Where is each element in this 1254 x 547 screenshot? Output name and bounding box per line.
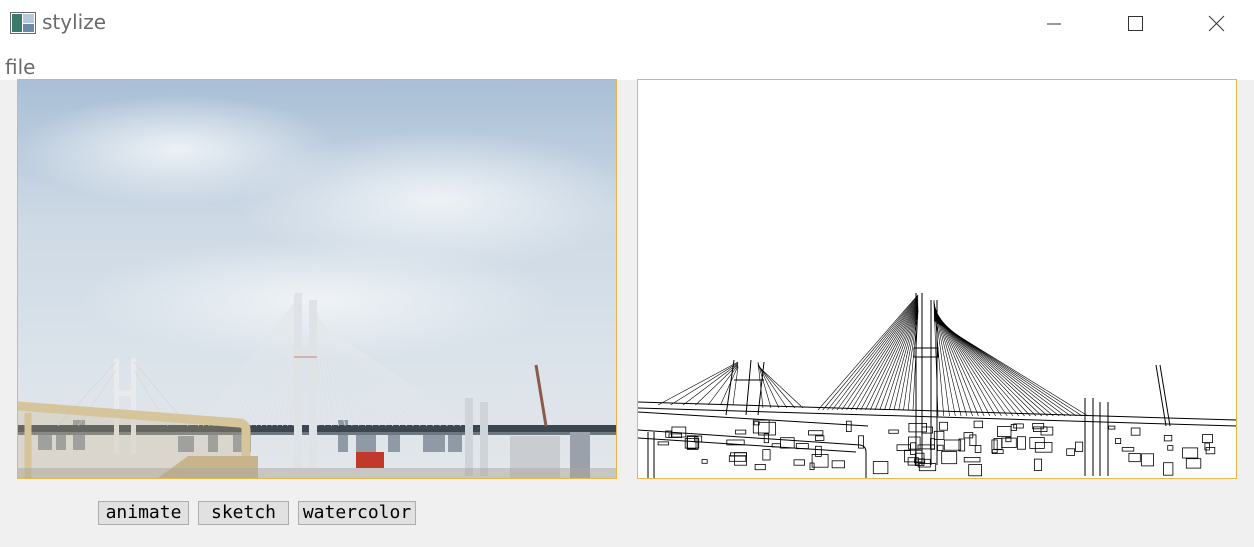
animate-button[interactable]: animate [98, 501, 189, 525]
close-icon [1208, 15, 1225, 32]
window-title: stylize [42, 10, 107, 34]
maximize-button[interactable] [1095, 0, 1175, 46]
menu-file[interactable]: file [5, 55, 35, 79]
sketch-button[interactable]: sketch [198, 501, 289, 525]
sketch-output-image [638, 80, 1236, 478]
original-bridge-image [18, 80, 616, 478]
app-icon [10, 12, 36, 34]
original-image-panel [17, 79, 617, 479]
close-button[interactable] [1176, 0, 1254, 46]
title-bar: stylize [0, 0, 1254, 46]
maximize-icon [1128, 16, 1143, 31]
minimize-icon [1047, 23, 1061, 25]
minimize-button[interactable] [1014, 0, 1094, 46]
stylized-image-panel [637, 79, 1237, 479]
menu-bar: file [0, 46, 1254, 80]
watercolor-button[interactable]: watercolor [298, 501, 416, 525]
